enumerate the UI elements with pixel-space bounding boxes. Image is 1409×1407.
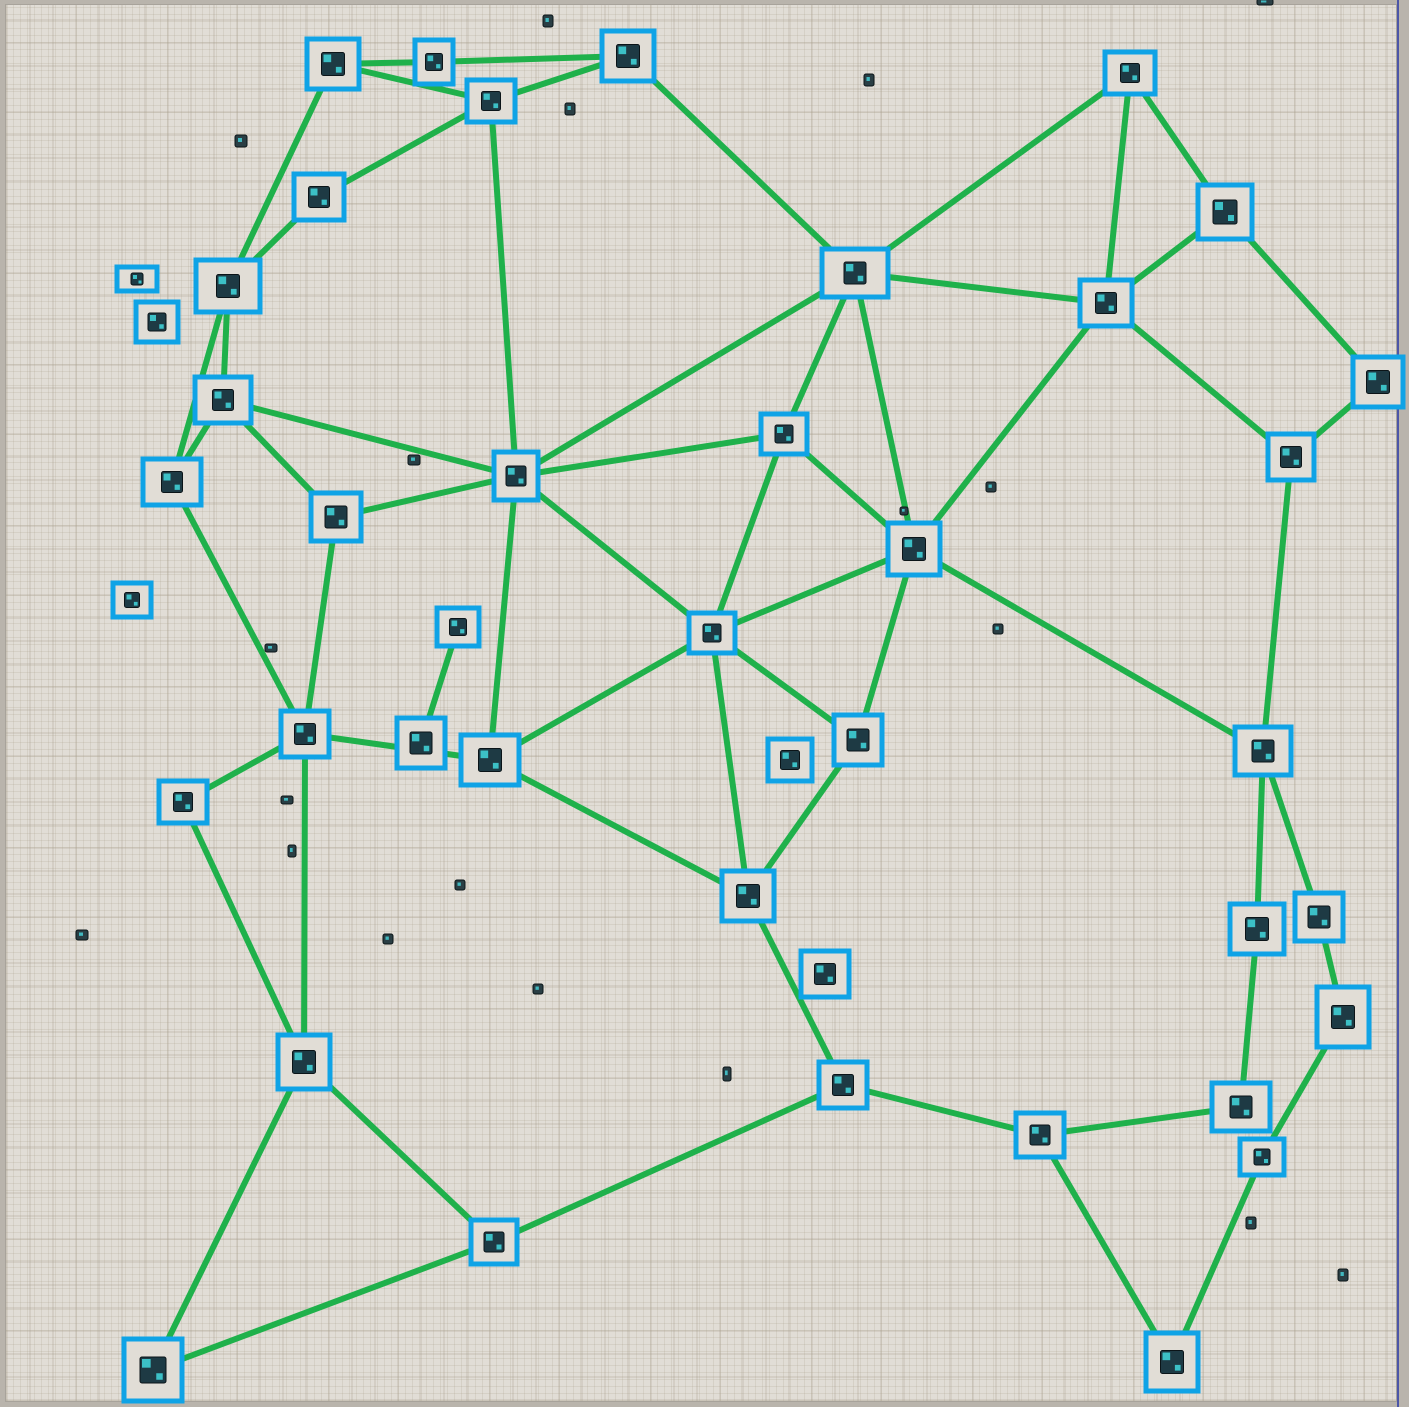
graph-node[interactable] [1077, 277, 1135, 329]
graph-edge [911, 300, 1109, 552]
debris-piece [234, 134, 248, 148]
debris-piece [75, 929, 89, 941]
graph-node[interactable] [193, 257, 263, 315]
graph-edge [852, 70, 1133, 276]
graph-edge [855, 546, 917, 743]
graph-node[interactable] [1209, 1080, 1273, 1134]
graph-node[interactable] [1292, 890, 1346, 944]
debris-piece [985, 481, 997, 493]
graph-edge [625, 53, 858, 276]
debris-piece [382, 933, 394, 945]
graph-node[interactable] [599, 28, 657, 84]
graph-edge [169, 479, 308, 737]
graph-node[interactable] [816, 1059, 870, 1111]
graph-edge [709, 431, 787, 636]
graph-node[interactable] [1232, 724, 1294, 778]
graph-node[interactable] [304, 36, 362, 92]
graph-node[interactable] [140, 456, 204, 508]
debris-piece [280, 795, 294, 805]
graph-edge [840, 1082, 1043, 1138]
graph-node[interactable] [308, 490, 364, 544]
graph-edge [852, 270, 1109, 306]
debris-piece [542, 14, 554, 28]
graph-node[interactable] [278, 708, 332, 760]
graph-node[interactable] [291, 171, 347, 223]
graph-node[interactable] [464, 77, 518, 125]
graph-node[interactable] [394, 715, 448, 771]
graph-node[interactable] [1237, 1136, 1287, 1178]
graph-edge [513, 473, 715, 636]
graph-edge [487, 757, 751, 899]
graph-node[interactable] [1195, 182, 1255, 242]
debris-piece [407, 454, 421, 466]
game-canvas[interactable] [0, 0, 1409, 1407]
graph-edge [1037, 1132, 1175, 1365]
graph-node[interactable] [192, 374, 254, 426]
graph-node[interactable] [719, 868, 777, 924]
debris-piece [1256, 0, 1274, 6]
graph-node[interactable] [798, 948, 852, 1000]
debris-piece [722, 1066, 732, 1082]
graph-node[interactable] [491, 449, 541, 503]
graph-node[interactable] [156, 778, 210, 826]
graph-node[interactable] [1102, 49, 1158, 97]
debris-piece [564, 102, 576, 116]
debris-piece [992, 623, 1004, 635]
graph-node[interactable] [1013, 1110, 1067, 1160]
graph-edge [1260, 454, 1294, 754]
node-layer [110, 28, 1406, 1404]
graph-node[interactable] [758, 411, 810, 457]
debris-piece [863, 73, 875, 87]
graph-node[interactable] [831, 712, 885, 768]
graph-edge [431, 53, 631, 65]
graph-node[interactable] [275, 1032, 333, 1092]
node-graph [75, 0, 1406, 1404]
graph-edge [911, 546, 1266, 754]
graph-edge [491, 1082, 846, 1245]
graph-edge [709, 630, 751, 899]
graph-edge [180, 799, 307, 1065]
graph-node[interactable] [819, 246, 891, 300]
debris-piece [264, 643, 278, 653]
debris-piece [899, 506, 909, 516]
graph-edge [302, 514, 339, 737]
graph-edge [1103, 70, 1133, 306]
graph-node[interactable] [885, 520, 943, 578]
graph-node[interactable] [110, 580, 154, 620]
graph-edge [488, 98, 519, 479]
graph-node[interactable] [1227, 901, 1287, 957]
graph-node[interactable] [765, 736, 815, 784]
graph-edge [301, 731, 308, 1065]
graph-node[interactable] [458, 732, 522, 788]
graph-edge [709, 546, 917, 636]
debris-piece [532, 983, 544, 995]
edge-layer [150, 53, 1381, 1373]
graph-node[interactable] [1314, 984, 1372, 1050]
debris-piece [1245, 1216, 1257, 1230]
graph-edge [220, 397, 519, 479]
graph-edge [487, 630, 715, 763]
debris-piece [454, 879, 466, 891]
graph-node[interactable] [1143, 1330, 1201, 1394]
graph-node[interactable] [1350, 354, 1406, 410]
graph-node[interactable] [686, 610, 738, 656]
debris-piece [1337, 1268, 1349, 1282]
graph-node[interactable] [133, 299, 181, 345]
graph-node[interactable] [412, 37, 456, 87]
graph-edge [487, 473, 519, 763]
graph-node[interactable] [1265, 431, 1317, 483]
graph-node[interactable] [468, 1217, 520, 1267]
graph-node[interactable] [114, 264, 160, 294]
graph-node[interactable] [434, 605, 482, 649]
debris-piece [287, 844, 297, 858]
graph-node[interactable] [121, 1336, 185, 1404]
